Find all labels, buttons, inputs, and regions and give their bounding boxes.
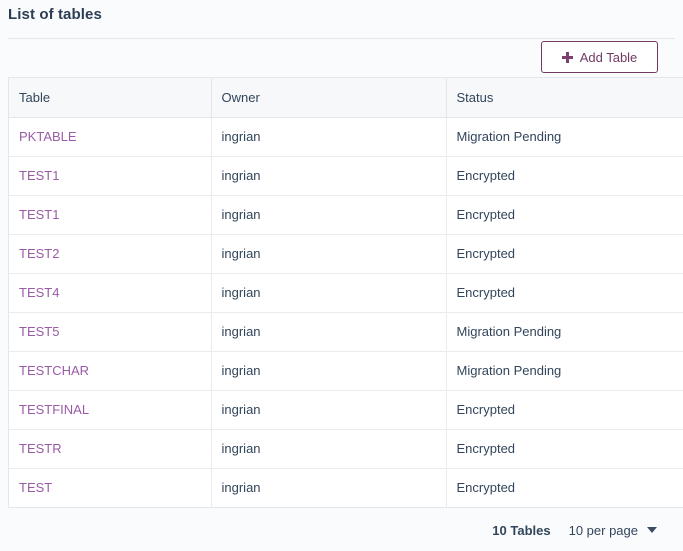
- cell-status: Migration Pending: [446, 117, 683, 156]
- cell-table-name: TESTCHAR: [9, 351, 211, 390]
- table-name-link[interactable]: TEST2: [19, 246, 59, 261]
- cell-table-name: PKTABLE: [9, 117, 211, 156]
- cell-status: Migration Pending: [446, 312, 683, 351]
- table-name-link[interactable]: TEST1: [19, 168, 59, 183]
- table-row: TESTR ingrian Encrypted: [9, 429, 683, 468]
- toolbar: Add Table: [8, 38, 675, 77]
- per-page-label: 10 per page: [569, 523, 638, 538]
- cell-table-name: TESTFINAL: [9, 390, 211, 429]
- table-row: TEST1 ingrian Encrypted: [9, 195, 683, 234]
- table-footer: 10 Tables 10 per page: [0, 509, 683, 551]
- cell-owner: ingrian: [211, 195, 446, 234]
- per-page-dropdown[interactable]: 10 per page: [569, 523, 657, 538]
- cell-status: Encrypted: [446, 273, 683, 312]
- table-name-link[interactable]: TESTFINAL: [19, 402, 89, 417]
- cell-status: Encrypted: [446, 429, 683, 468]
- table-header-row: Table Owner Status: [9, 78, 683, 117]
- chevron-down-icon: [647, 527, 657, 533]
- table-name-link[interactable]: TEST: [19, 480, 52, 495]
- tables-table: Table Owner Status PKTABLE ingrian Migra…: [9, 78, 683, 507]
- cell-status: Encrypted: [446, 234, 683, 273]
- cell-owner: ingrian: [211, 234, 446, 273]
- cell-status: Encrypted: [446, 390, 683, 429]
- table-row: TESTFINAL ingrian Encrypted: [9, 390, 683, 429]
- cell-table-name: TESTR: [9, 429, 211, 468]
- cell-status: Encrypted: [446, 156, 683, 195]
- cell-owner: ingrian: [211, 117, 446, 156]
- cell-owner: ingrian: [211, 468, 446, 507]
- cell-table-name: TEST5: [9, 312, 211, 351]
- page-title: List of tables: [8, 6, 102, 23]
- total-count-label: 10 Tables: [492, 523, 550, 538]
- cell-status: Encrypted: [446, 195, 683, 234]
- cell-table-name: TEST4: [9, 273, 211, 312]
- cell-owner: ingrian: [211, 156, 446, 195]
- cell-table-name: TEST1: [9, 156, 211, 195]
- add-table-button[interactable]: Add Table: [541, 41, 658, 73]
- table-row: TESTCHAR ingrian Migration Pending: [9, 351, 683, 390]
- cell-owner: ingrian: [211, 390, 446, 429]
- table-row: TEST5 ingrian Migration Pending: [9, 312, 683, 351]
- table-row: TEST4 ingrian Encrypted: [9, 273, 683, 312]
- table-name-link[interactable]: TESTR: [19, 441, 62, 456]
- cell-owner: ingrian: [211, 273, 446, 312]
- table-row: TEST2 ingrian Encrypted: [9, 234, 683, 273]
- table-row: TEST1 ingrian Encrypted: [9, 156, 683, 195]
- cell-table-name: TEST2: [9, 234, 211, 273]
- add-table-label: Add Table: [580, 51, 638, 64]
- column-header-owner[interactable]: Owner: [211, 78, 446, 117]
- table-row: PKTABLE ingrian Migration Pending: [9, 117, 683, 156]
- table-name-link[interactable]: TEST5: [19, 324, 59, 339]
- cell-status: Migration Pending: [446, 351, 683, 390]
- tables-table-container: Table Owner Status PKTABLE ingrian Migra…: [8, 77, 683, 508]
- table-name-link[interactable]: TESTCHAR: [19, 363, 89, 378]
- table-body: PKTABLE ingrian Migration Pending TEST1 …: [9, 117, 683, 507]
- table-header: Table Owner Status: [9, 78, 683, 117]
- table-name-link[interactable]: TEST1: [19, 207, 59, 222]
- column-header-status[interactable]: Status: [446, 78, 683, 117]
- cell-table-name: TEST1: [9, 195, 211, 234]
- table-name-link[interactable]: TEST4: [19, 285, 59, 300]
- tables-page: List of tables Add Table Table Owner Sta…: [0, 0, 683, 551]
- table-row: TEST ingrian Encrypted: [9, 468, 683, 507]
- table-name-link[interactable]: PKTABLE: [19, 129, 77, 144]
- cell-owner: ingrian: [211, 429, 446, 468]
- cell-owner: ingrian: [211, 351, 446, 390]
- plus-icon: [562, 52, 573, 63]
- cell-status: Encrypted: [446, 468, 683, 507]
- cell-table-name: TEST: [9, 468, 211, 507]
- cell-owner: ingrian: [211, 312, 446, 351]
- column-header-table[interactable]: Table: [9, 78, 211, 117]
